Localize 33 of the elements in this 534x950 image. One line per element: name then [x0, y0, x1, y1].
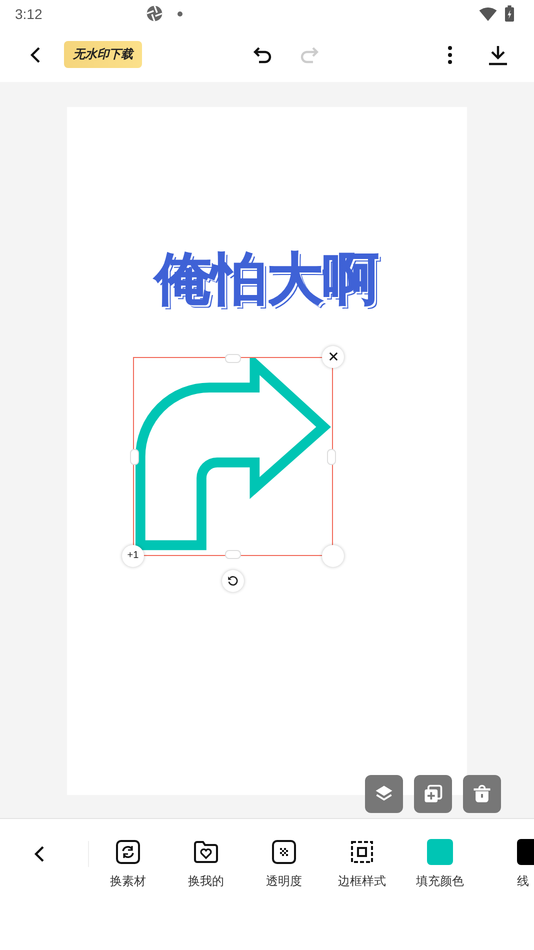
more-icon — [448, 46, 452, 64]
checker-icon — [271, 839, 297, 865]
heart-folder-icon — [193, 839, 219, 865]
resize-handle[interactable] — [225, 354, 241, 363]
canvas-heading[interactable]: 俺怕大啊 — [155, 249, 379, 311]
close-icon — [328, 352, 338, 362]
no-watermark-download-button[interactable]: 无水印下载 — [64, 41, 142, 68]
add-layer-button[interactable]: +1 — [122, 544, 144, 567]
duplicate-button[interactable] — [414, 775, 452, 813]
duplicate-icon — [422, 783, 444, 805]
resize-handle[interactable] — [327, 448, 336, 465]
frame-icon — [349, 839, 375, 865]
resize-handle[interactable] — [225, 550, 241, 559]
tool-button[interactable]: 填充颜色 — [401, 839, 479, 890]
trash-icon — [471, 783, 493, 805]
tool-button[interactable]: 换素材 — [89, 839, 167, 890]
tool-button[interactable]: 换我的 — [167, 839, 245, 890]
rotate-icon — [227, 574, 239, 587]
close-button[interactable] — [322, 346, 344, 368]
battery-icon — [505, 5, 514, 22]
resize-handle[interactable] — [130, 448, 139, 465]
layers-button[interactable] — [365, 775, 403, 813]
rotate-button[interactable] — [222, 570, 244, 592]
aperture-icon — [146, 5, 164, 22]
wifi-icon — [479, 6, 497, 20]
delete-button[interactable] — [463, 775, 501, 813]
tool-button[interactable]: 透明度 — [245, 839, 323, 890]
status-time: 3:12 — [15, 6, 42, 22]
tool-button[interactable]: 边框样式 — [323, 839, 401, 890]
tool-button[interactable]: 线 — [517, 839, 534, 890]
dot-icon — [177, 10, 184, 16]
scale-handle[interactable] — [322, 544, 344, 567]
refresh-icon — [115, 839, 141, 865]
